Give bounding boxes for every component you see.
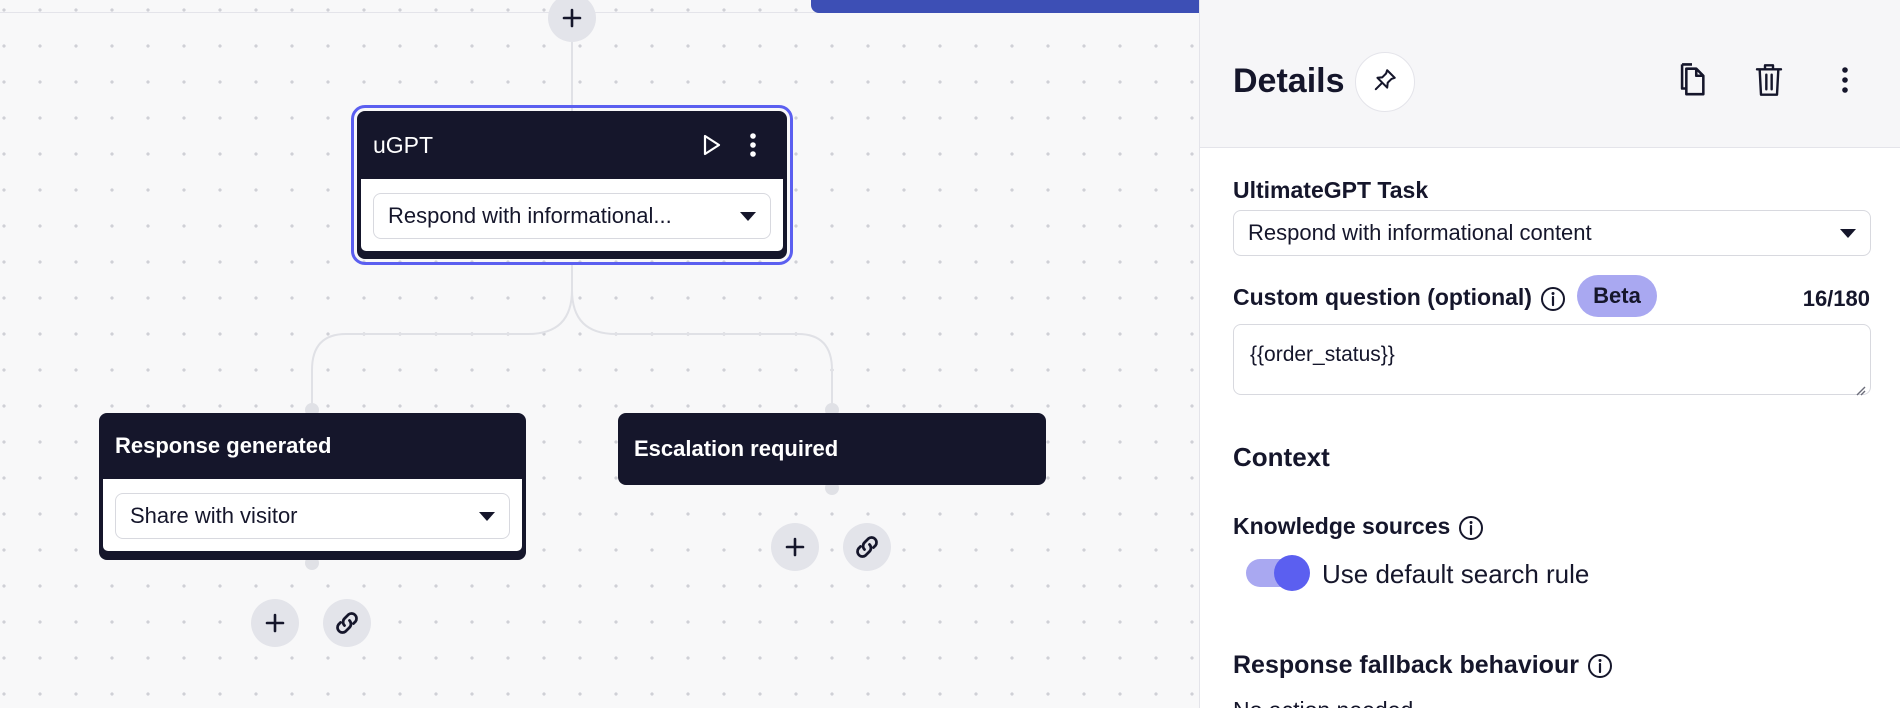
response-generated-node[interactable]: Response generated Share with visitor: [99, 413, 526, 560]
ugpt-node-body: Respond with informational...: [361, 179, 783, 251]
escalation-required-node[interactable]: Escalation required: [618, 413, 1046, 485]
copy-icon: [1675, 61, 1709, 104]
link-icon: [332, 608, 362, 638]
copy-button[interactable]: [1670, 60, 1714, 104]
fallback-value-partial: No action needed: [1233, 697, 1413, 708]
pin-icon: [1372, 67, 1398, 98]
plus-icon: [784, 536, 806, 558]
char-counter: 16/180: [1802, 286, 1870, 311]
knowledge-sources-label: Knowledge sources: [1233, 513, 1451, 539]
custom-question-input[interactable]: {{order_status}}: [1233, 324, 1871, 396]
info-icon[interactable]: [1458, 515, 1484, 541]
info-icon[interactable]: [1540, 286, 1566, 312]
ugpt-task-select-value: Respond with informational...: [388, 203, 672, 228]
caret-down-icon: [1840, 228, 1856, 238]
link-step-button-response[interactable]: [323, 599, 371, 647]
add-step-button-top[interactable]: [548, 0, 596, 42]
custom-question-value: {{order_status}}: [1250, 343, 1395, 366]
response-node-header: Response generated: [99, 413, 526, 479]
custom-question-label: Custom question (optional): [1233, 284, 1532, 310]
link-icon: [852, 532, 882, 562]
task-select[interactable]: Respond with informational content: [1233, 210, 1871, 256]
resize-grip-icon[interactable]: [1854, 378, 1866, 396]
add-step-button-response[interactable]: [251, 599, 299, 647]
plus-icon: [264, 612, 286, 634]
fallback-label: Response fallback behaviour: [1233, 651, 1579, 679]
default-search-toggle[interactable]: [1246, 555, 1310, 591]
response-action-select-value: Share with visitor: [130, 503, 298, 528]
details-panel-header: Details: [1200, 0, 1900, 148]
ugpt-task-select[interactable]: Respond with informational...: [373, 193, 771, 239]
response-node-body: Share with visitor: [103, 479, 522, 551]
task-label: UltimateGPT Task: [1233, 177, 1429, 203]
more-vertical-icon[interactable]: [735, 127, 771, 163]
flow-canvas[interactable]: uGPT Respond with informational... Respo…: [0, 0, 1199, 708]
top-toolbar-tab[interactable]: [811, 0, 1199, 13]
details-title: Details: [1233, 62, 1345, 100]
caret-down-icon: [479, 511, 495, 521]
ugpt-node[interactable]: uGPT Respond with informational...: [351, 105, 793, 265]
escalation-node-header: Escalation required: [618, 413, 1046, 485]
link-step-button-escalation[interactable]: [843, 523, 891, 571]
flow-connectors: [305, 40, 839, 570]
ugpt-node-title: uGPT: [373, 131, 434, 158]
escalation-node-title: Escalation required: [634, 436, 839, 461]
default-search-toggle-label: Use default search rule: [1322, 559, 1590, 589]
response-node-title: Response generated: [115, 433, 332, 458]
response-action-select[interactable]: Share with visitor: [115, 493, 510, 539]
knowledge-sources-label-row: Knowledge sources: [1233, 513, 1484, 541]
more-vertical-icon: [1841, 66, 1849, 99]
context-section-title: Context: [1233, 442, 1330, 472]
ugpt-node-header: uGPT: [357, 111, 787, 179]
pin-button[interactable]: [1355, 52, 1415, 112]
info-icon[interactable]: [1587, 653, 1613, 679]
delete-button[interactable]: [1747, 60, 1791, 104]
fallback-label-row: Response fallback behaviour: [1233, 651, 1613, 680]
beta-badge: Beta: [1577, 275, 1657, 317]
caret-down-icon: [740, 211, 756, 221]
details-panel: Details UltimateGPT Task Respond with in…: [1199, 0, 1900, 708]
plus-icon: [561, 7, 583, 29]
add-step-button-escalation[interactable]: [771, 523, 819, 571]
trash-icon: [1753, 61, 1785, 104]
play-icon[interactable]: [693, 127, 729, 163]
more-options-button[interactable]: [1823, 60, 1867, 104]
task-select-value: Respond with informational content: [1248, 220, 1592, 245]
custom-question-label-row: Custom question (optional): [1233, 284, 1566, 312]
toggle-knob: [1274, 555, 1310, 591]
